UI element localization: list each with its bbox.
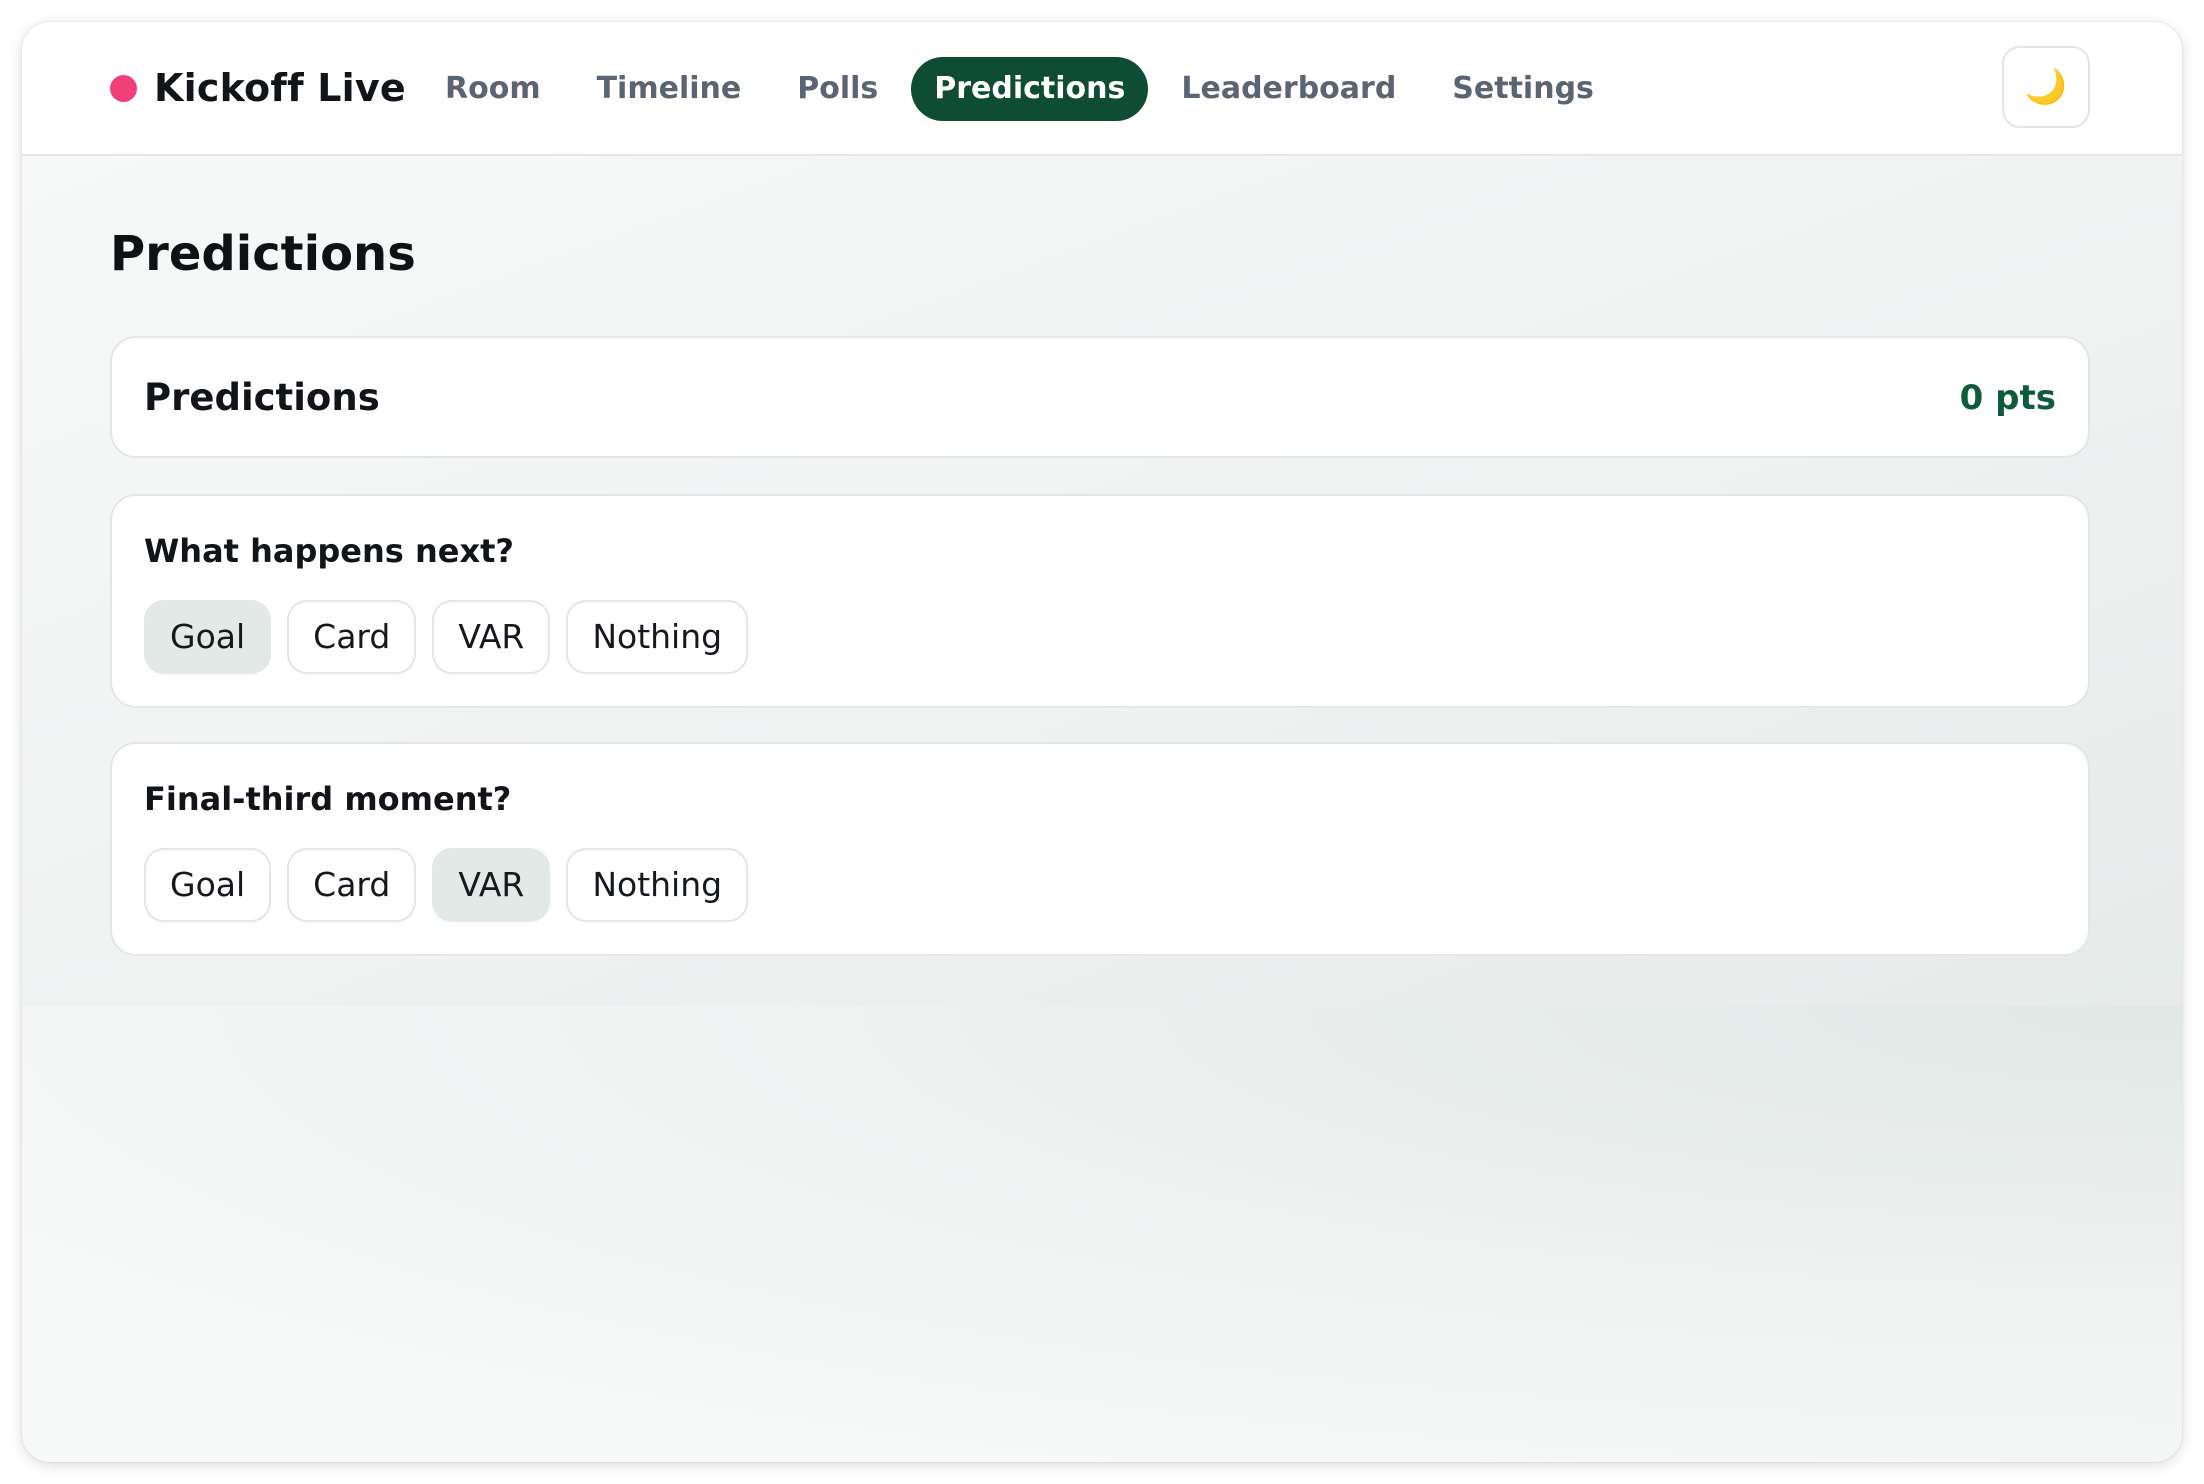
- option-goal[interactable]: Goal: [144, 848, 272, 922]
- option-nothing[interactable]: Nothing: [566, 600, 749, 674]
- app-window: Kickoff Live Room Timeline Polls Predict…: [22, 22, 2182, 1462]
- option-nothing[interactable]: Nothing: [566, 848, 749, 922]
- option-goal[interactable]: Goal: [144, 600, 272, 674]
- tab-timeline[interactable]: Timeline: [574, 57, 765, 121]
- option-var[interactable]: VAR: [432, 848, 551, 922]
- main-nav: Room Timeline Polls Predictions Leaderbo…: [422, 56, 1627, 122]
- tab-predictions[interactable]: Predictions: [911, 57, 1149, 121]
- page-background: [22, 1006, 2182, 1462]
- page-title: Predictions: [110, 226, 416, 282]
- app-name: Kickoff Live: [154, 66, 406, 110]
- answer-options: Goal Card VAR Nothing: [144, 600, 764, 674]
- answer-options: Goal Card VAR Nothing: [144, 848, 764, 922]
- theme-toggle-button[interactable]: 🌙: [2002, 46, 2090, 128]
- prediction-card: What happens next? Goal Card VAR Nothing: [110, 494, 2090, 708]
- top-nav-bar: Kickoff Live Room Timeline Polls Predict…: [22, 22, 2182, 156]
- brand[interactable]: Kickoff Live: [110, 22, 406, 154]
- question-title: What happens next?: [144, 532, 514, 570]
- option-card[interactable]: Card: [287, 848, 417, 922]
- tab-room[interactable]: Room: [422, 57, 564, 121]
- live-dot-icon: [110, 74, 137, 102]
- question-title: Final-third moment?: [144, 780, 512, 818]
- prediction-card: Final-third moment? Goal Card VAR Nothin…: [110, 742, 2090, 956]
- option-card[interactable]: Card: [287, 600, 417, 674]
- predictions-summary-card: Predictions 0 pts: [110, 336, 2090, 458]
- summary-title: Predictions: [144, 376, 380, 419]
- points-total: 0 pts: [1959, 378, 2056, 418]
- main-content: Predictions Predictions 0 pts What happe…: [22, 156, 2182, 1006]
- tab-polls[interactable]: Polls: [774, 57, 901, 121]
- moon-icon: 🌙: [2024, 68, 2068, 106]
- tab-leaderboard[interactable]: Leaderboard: [1158, 57, 1419, 121]
- tab-settings[interactable]: Settings: [1429, 57, 1617, 121]
- option-var[interactable]: VAR: [432, 600, 551, 674]
